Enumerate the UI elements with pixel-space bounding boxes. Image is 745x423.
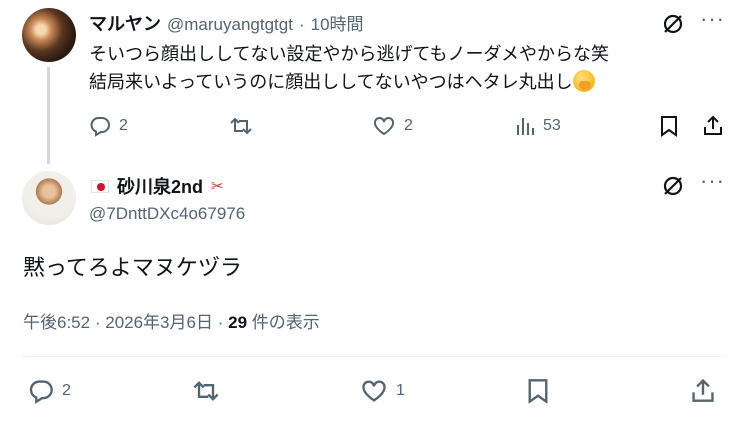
display-name[interactable]: 砂川泉2nd — [117, 173, 203, 199]
tweet-text-line: 結局来いよっていうのに顔出ししてないやつはヘタレ丸出し — [89, 72, 573, 92]
reply-count: 2 — [62, 382, 71, 399]
timestamp[interactable]: 10時間 — [311, 10, 364, 35]
user-handle[interactable]: @maruyangtgtgt — [167, 15, 293, 35]
avatar[interactable] — [22, 8, 76, 62]
hand-over-mouth-emoji — [572, 70, 595, 92]
separator: · — [94, 313, 101, 332]
reply-icon — [28, 378, 54, 404]
thread-line — [47, 67, 50, 164]
tweet1-header: マルヤン @maruyangtgtgt · 10時間 — [89, 10, 364, 36]
tweet-time[interactable]: 午後6:52 — [23, 313, 90, 332]
retweet-icon — [229, 115, 253, 137]
more-options-button[interactable]: ··· — [700, 6, 725, 32]
heart-icon — [360, 378, 388, 404]
like-count: 2 — [404, 117, 413, 134]
share-button[interactable] — [702, 114, 724, 136]
divider — [22, 356, 723, 357]
like-count: 1 — [396, 382, 405, 399]
tweet-text: 黙ってろよマヌケヅラ — [23, 255, 242, 280]
avatar[interactable] — [22, 171, 76, 225]
views-button[interactable]: 53 — [515, 115, 561, 137]
view-count: 29 — [228, 313, 248, 332]
reply-button[interactable]: 2 — [89, 115, 128, 137]
tweet-text-line: そいつら顔出ししてない設定やから逃げてもノーダメやからな笑 — [89, 44, 610, 64]
japan-flag-icon — [91, 179, 109, 193]
retweet-icon — [192, 378, 220, 404]
tweet-text: そいつら顔出ししてない設定やから逃げてもノーダメやからな笑 結局来いよっていうの… — [89, 40, 719, 96]
separator: · — [298, 15, 305, 34]
like-button[interactable]: 1 — [360, 378, 405, 404]
view-count: 53 — [543, 117, 561, 134]
share-button[interactable] — [690, 377, 716, 403]
user-handle[interactable]: @7DnttDXc4o67976 — [89, 204, 245, 224]
bookmark-icon — [526, 378, 550, 404]
heart-icon — [372, 115, 396, 137]
reply-count: 2 — [119, 117, 128, 134]
reply-button[interactable]: 2 — [28, 378, 71, 404]
tweet-thread: マルヤン @maruyangtgtgt · 10時間 ··· そいつら顔出しして… — [0, 0, 745, 423]
bookmark-icon — [659, 115, 679, 137]
more-options-button[interactable]: ··· — [700, 168, 725, 194]
share-icon — [690, 377, 716, 403]
views-icon — [515, 115, 535, 137]
scissors-icon: ✂ — [211, 178, 224, 195]
reply-icon — [89, 115, 111, 137]
separator: · — [217, 313, 224, 332]
grok-icon[interactable] — [662, 13, 684, 40]
tweet2-header: 砂川泉2nd ✂ — [91, 173, 224, 199]
tweet-text-line-2: 結局来いよっていうのに顔出ししてないやつはヘタレ丸出し — [89, 68, 719, 96]
tweet-date[interactable]: 2026年3月6日 — [105, 313, 213, 332]
retweet-button[interactable] — [229, 115, 253, 137]
like-button[interactable]: 2 — [372, 115, 413, 137]
bookmark-button[interactable] — [659, 115, 679, 137]
share-icon — [702, 114, 724, 136]
tweet-meta: 午後6:52 · 2026年3月6日 · 29 件の表示 — [23, 308, 320, 333]
display-name[interactable]: マルヤン — [89, 10, 161, 36]
grok-icon[interactable] — [662, 175, 684, 202]
retweet-button[interactable] — [192, 378, 220, 404]
bookmark-button[interactable] — [526, 378, 550, 404]
views-label: 件の表示 — [247, 313, 320, 332]
